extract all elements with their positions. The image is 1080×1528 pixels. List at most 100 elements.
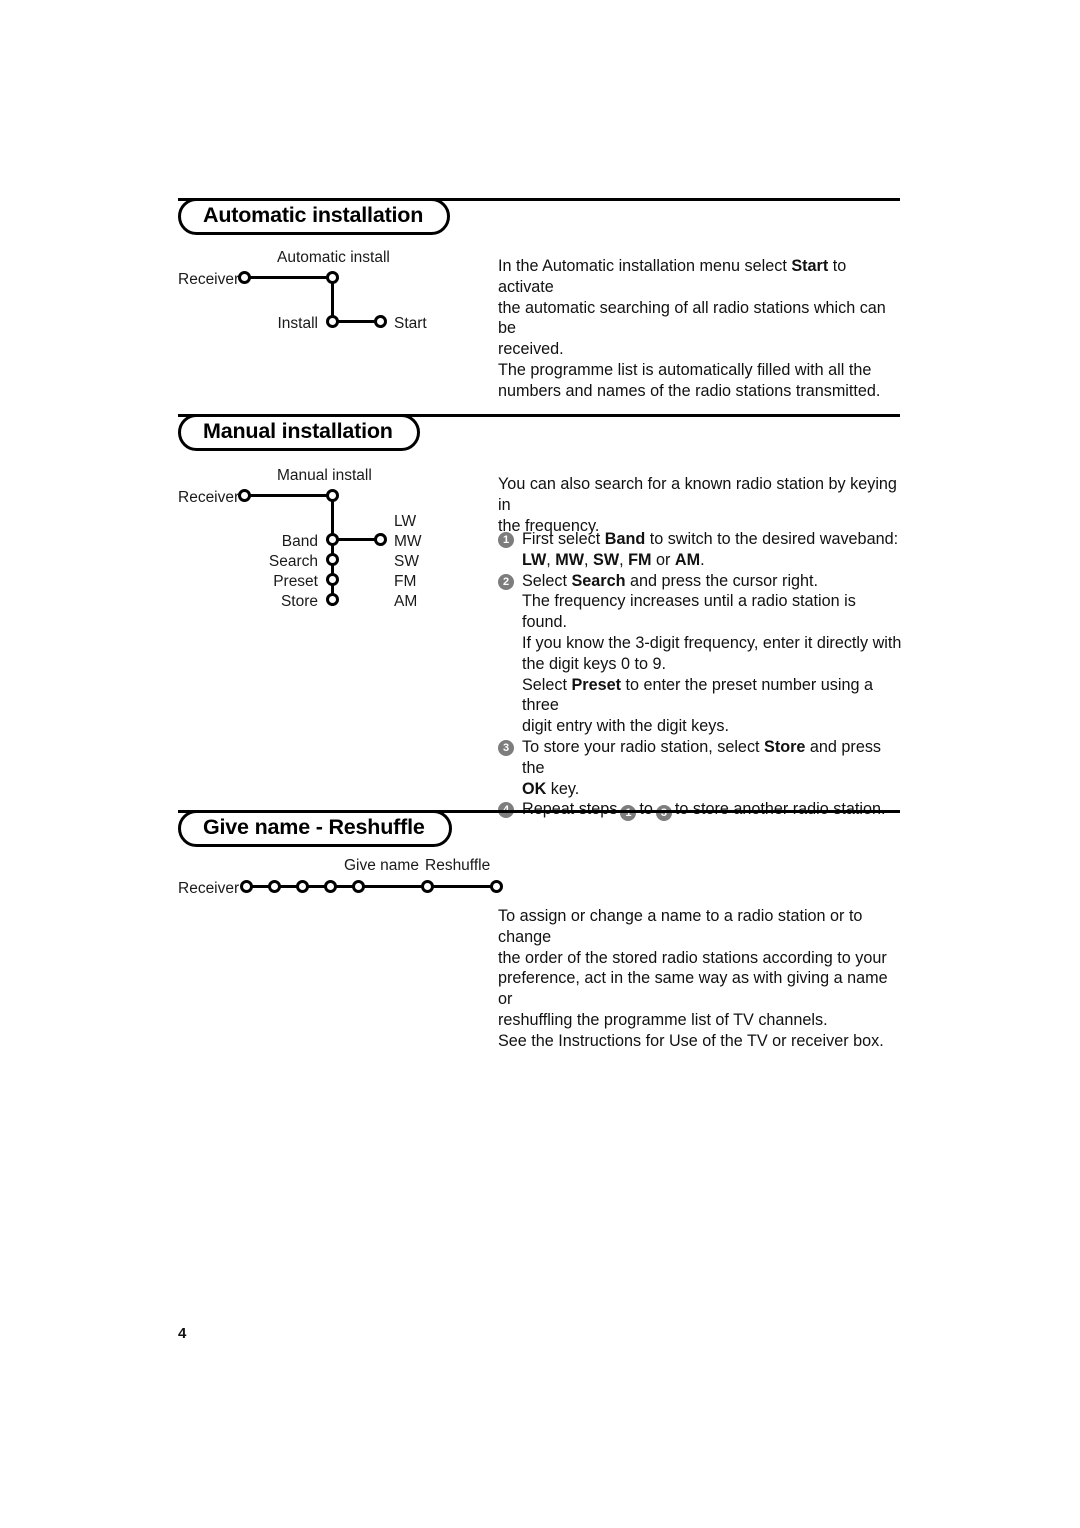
diagram-edge-band-waveband [336,538,378,541]
text-run: , [619,550,629,569]
diagram-label-band: Band [281,533,318,550]
diagram-label-waveband-mw: MW [394,533,422,550]
text-run: or [651,550,675,569]
diagram-node-chain-2 [268,880,281,893]
diagram-label-install: Install [277,315,319,332]
step-line: Select Preset to enter the preset number… [522,675,902,717]
text-run: Select [522,675,572,694]
section-title-pill: Give name - Reshuffle [178,810,452,847]
diagram-label-receiver: Receiver [178,271,240,288]
step-line: The frequency increases until a radio st… [522,592,856,632]
diagram-node-install [326,315,339,328]
text-run: to switch to the desired waveband: [645,530,899,548]
step-line: First select Band to switch to the desir… [522,529,902,550]
bold-ok: OK [522,779,547,798]
section-title-pill: Manual installation [178,414,420,451]
step-bullet-3: 3 [498,739,514,756]
text-run: key. [546,779,580,798]
step-line: Select Search and press the cursor right… [522,571,902,592]
bold-preset: Preset [571,675,622,694]
bold-wavebands: FM [628,550,652,569]
automatic-install-diagram: Automatic install Receiver Install Start [178,250,478,340]
diagram-node-waveband [374,533,387,546]
diagram-node-chain-5 [352,880,365,893]
text-run: and press the cursor right. [625,571,819,590]
page-number: 4 [178,1325,187,1342]
step-bullet-1: 1 [498,532,514,548]
diagram-node-band [326,533,339,546]
diagram-node-reshuffle [490,880,503,893]
diagram-label-give-name: Give name [344,857,419,874]
diagram-label-receiver: Receiver [178,489,240,506]
diagram-node-chain-4 [324,880,337,893]
step-line: If you know the 3-digit frequency, enter… [522,633,902,652]
text-run: , [546,550,556,569]
body-text-automatic-installation: In the Automatic installation menu selec… [498,256,902,402]
diagram-label-waveband-am: AM [394,593,418,610]
give-name-reshuffle-diagram: Give name Reshuffle Receiver [178,857,503,908]
diagram-label-menu: Manual install [277,467,372,484]
diagram-node-receiver [238,489,251,502]
diagram-label-waveband-sw: SW [394,553,419,570]
paragraph-line: preference, act in the same way as with … [498,969,888,1009]
diagram-label-receiver: Receiver [178,880,240,897]
text-run: . [700,550,705,569]
diagram-node-search [326,553,339,566]
paragraph-line: received. [498,340,564,359]
bold-store: Store [764,737,806,756]
paragraph-line: In the Automatic installation menu selec… [498,256,902,298]
step-line: digit entry with the digit keys. [522,717,729,736]
bold-wavebands: MW [555,550,585,569]
diagram-label-reshuffle: Reshuffle [425,857,491,874]
step-item: 1 First select Band to switch to the des… [498,529,902,571]
bold-start: Start [791,257,829,275]
paragraph-line: reshuffling the programme list of TV cha… [498,1010,828,1029]
document-page: Automatic installation Automatic install… [0,0,1080,1528]
diagram-node-give-name [421,880,434,893]
bold-band: Band [604,530,646,548]
body-text-give-name-reshuffle: To assign or change a name to a radio st… [498,906,902,1052]
page-title-automatic-installation: Automatic installation [203,202,424,227]
diagram-node-store [326,593,339,606]
bold-wavebands: LW [522,550,547,569]
step-item: 3 To store your radio station, select St… [498,737,902,799]
step-line: the digit keys 0 to 9. [522,654,666,673]
step-bullet-2: 2 [498,573,514,590]
text-run: , [584,550,594,569]
step-item: 2 Select Search and press the cursor rig… [498,571,902,737]
paragraph-line: You can also search for a known radio st… [498,475,897,514]
diagram-label-waveband-fm: FM [394,573,417,590]
bold-wavebands: SW [593,550,620,569]
text-run: To store your radio station, select [522,737,765,756]
diagram-edge-spine [331,496,334,606]
section-header-give-name-reshuffle: Give name - Reshuffle [178,810,900,850]
steps-manual-installation: 1 First select Band to switch to the des… [498,529,902,822]
section-header-automatic-installation: Automatic installation [178,198,900,238]
diagram-edge-receiver-menu [248,276,330,279]
diagram-node-receiver [238,271,251,284]
paragraph-line: To assign or change a name to a radio st… [498,907,863,946]
paragraph-line: the automatic searching of all radio sta… [498,298,886,338]
diagram-node-chain-3 [296,880,309,893]
diagram-label-preset: Preset [273,573,318,590]
diagram-node-automatic-install [326,271,339,284]
text-run: First select [522,530,605,548]
body-text-manual-intro: You can also search for a known radio st… [498,474,902,536]
manual-install-diagram: Manual install Receiver Band Search Pres… [178,468,478,618]
paragraph-line: See the Instructions for Use of the TV o… [498,1031,884,1050]
diagram-node-preset [326,573,339,586]
step-line: OK key. [522,779,902,800]
diagram-node-chain-1 [240,880,253,893]
paragraph-line: numbers and names of the radio stations … [498,381,881,400]
diagram-label-store: Store [280,593,318,610]
diagram-edge-chain-6 [431,885,493,888]
diagram-label-waveband-lw: LW [394,513,417,530]
text-run: Select [522,571,572,590]
text-run: In the Automatic installation menu selec… [498,257,792,275]
diagram-edge-install-start [336,320,378,323]
diagram-edge-receiver-menu [248,494,330,497]
diagram-edge-chain-5 [362,885,424,888]
diagram-label-start: Start [394,315,427,332]
section-title-pill: Automatic installation [178,198,451,235]
page-title-give-name-reshuffle: Give name - Reshuffle [203,814,425,839]
